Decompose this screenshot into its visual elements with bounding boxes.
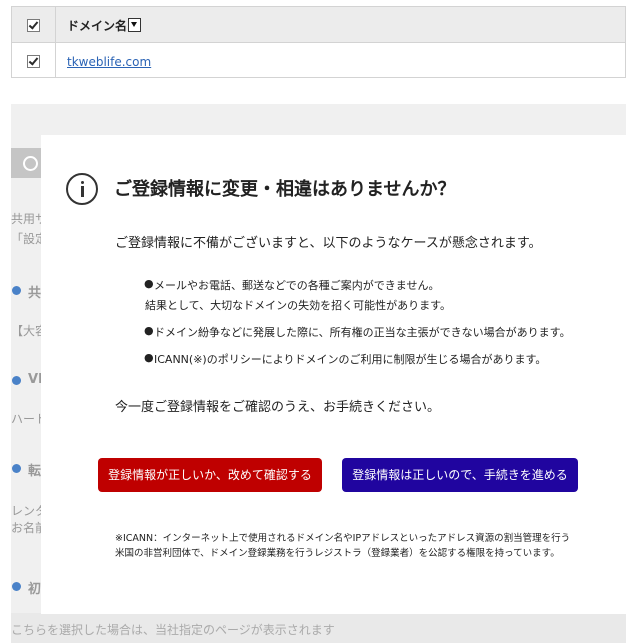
section-bullet-icon: [12, 286, 21, 295]
bullet-icon: ●: [144, 277, 154, 290]
clock-icon: [23, 156, 38, 171]
list-item: ● ICANN(※)のポリシーによりドメインのご利用に制限が生じる場合があります。: [144, 351, 547, 366]
proceed-button[interactable]: 登録情報は正しいので、手続きを進める: [342, 458, 578, 492]
list-item: ● メールやお電話、郵送などでの各種ご案内ができません。: [144, 277, 440, 292]
domain-table-header: ドメイン名: [11, 6, 626, 43]
bullet-icon: ●: [144, 351, 154, 364]
icann-footnote: ※ICANN：インターネット上で使用されるドメイン名やIPアドレスといったアドレ…: [115, 533, 571, 559]
info-icon: [66, 173, 98, 205]
select-all-checkbox[interactable]: [27, 19, 40, 32]
domain-name-header-cell: ドメイン名: [55, 6, 626, 43]
domain-name-header: ドメイン名: [67, 19, 128, 33]
background-section-heading: 転: [28, 464, 42, 479]
concern-list: ● メールやお電話、郵送などでの各種ご案内ができません。 結果として、大切なドメイ…: [144, 277, 571, 367]
section-bullet-icon: [12, 464, 21, 473]
modal-closing-text: 今一度ご登録情報をご確認のうえ、お手続きください。: [115, 400, 441, 415]
list-item: ● ドメイン紛争などに発展した際に、所有権の正当な主張ができない場合があります。: [144, 324, 571, 339]
section-bullet-icon: [12, 582, 21, 591]
sort-dropdown-icon[interactable]: [128, 17, 142, 32]
row-checkbox-cell: [11, 42, 56, 78]
recheck-info-button[interactable]: 登録情報が正しいか、改めて確認する: [98, 458, 322, 492]
select-all-cell: [11, 6, 56, 43]
table-row: tkweblife.com: [11, 42, 626, 78]
domain-table: ドメイン名 tkweblife.com: [11, 6, 626, 78]
bullet-icon: ●: [144, 324, 154, 337]
background-footer-text: こちらを選択した場合は、当社指定のページが表示されます: [11, 623, 335, 637]
background-footer: こちらを選択した場合は、当社指定のページが表示されます: [11, 613, 626, 643]
modal-title: ご登録情報に変更・相違はありませんか？: [114, 179, 456, 200]
background-section-heading: 共: [28, 286, 42, 301]
domain-cell: tkweblife.com: [55, 42, 626, 78]
background-section-heading: 初: [28, 582, 42, 597]
modal-lead-text: ご登録情報に不備がございますと、以下のようなケースが懸念されます。: [115, 236, 542, 251]
domain-link[interactable]: tkweblife.com: [56, 55, 151, 69]
row-checkbox[interactable]: [27, 54, 40, 68]
section-bullet-icon: [12, 376, 21, 385]
confirmation-modal: ご登録情報に変更・相違はありませんか？ ご登録情報に不備がございますと、以下のよ…: [41, 135, 626, 614]
list-item-continuation: 結果として、大切なドメインの失効を招く可能性があります。: [145, 299, 452, 312]
